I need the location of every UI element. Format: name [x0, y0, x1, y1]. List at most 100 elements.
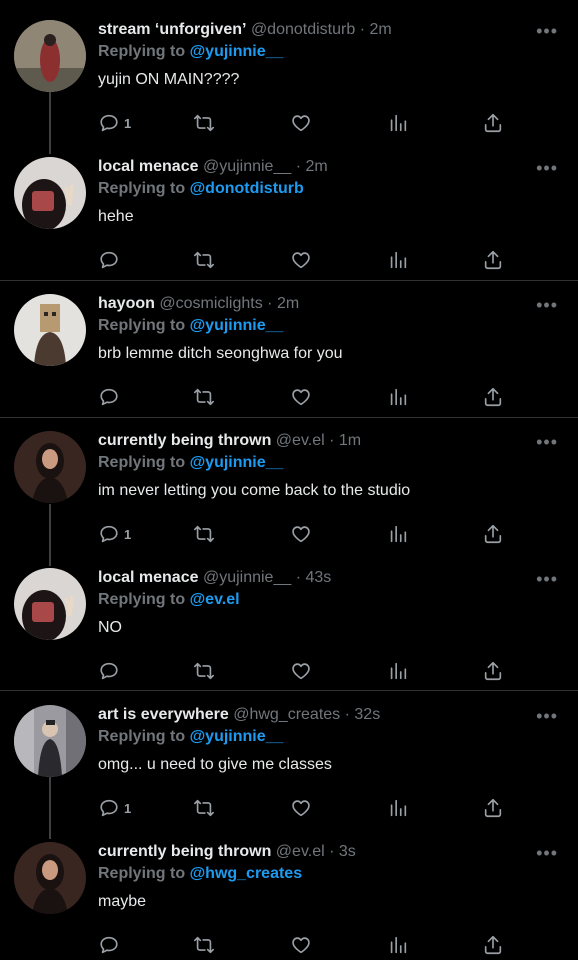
display-name[interactable]: local menace: [98, 569, 199, 586]
share-button[interactable]: [482, 521, 504, 547]
reply-button[interactable]: 1: [98, 110, 131, 136]
more-options-icon[interactable]: •••: [536, 433, 558, 451]
analytics-button[interactable]: [387, 110, 409, 136]
display-name[interactable]: currently being thrown: [98, 843, 271, 860]
tweet[interactable]: stream ‘unforgiven’ @donotdisturb · 2m •…: [0, 20, 578, 140]
like-button[interactable]: [290, 384, 312, 410]
mention-link[interactable]: @yujinnie__: [190, 454, 284, 471]
timestamp[interactable]: 3s: [339, 843, 356, 860]
avatar[interactable]: [14, 568, 86, 640]
like-button[interactable]: [290, 110, 312, 136]
tweet[interactable]: art is everywhere @hwg_creates · 32s •••…: [0, 705, 578, 825]
handle[interactable]: @ev.el: [276, 843, 325, 860]
avatar[interactable]: [14, 20, 86, 92]
like-button[interactable]: [290, 795, 312, 821]
reply-icon: [100, 388, 118, 406]
replying-to: Replying to @yujinnie__: [98, 316, 283, 336]
avatar[interactable]: [14, 157, 86, 229]
avatar[interactable]: [14, 431, 86, 503]
replying-prefix: Replying to: [98, 180, 186, 197]
more-options-icon[interactable]: •••: [536, 22, 558, 40]
analytics-button[interactable]: [387, 384, 409, 410]
avatar[interactable]: [14, 842, 86, 914]
mention-link[interactable]: @yujinnie__: [190, 43, 284, 60]
separator: ·: [359, 21, 366, 38]
replying-prefix: Replying to: [98, 317, 186, 334]
analytics-button[interactable]: [387, 521, 409, 547]
analytics-button[interactable]: [387, 658, 409, 684]
mention-link[interactable]: @yujinnie__: [190, 317, 284, 334]
timestamp[interactable]: 2m: [277, 295, 299, 312]
action-bar: [98, 384, 518, 410]
analytics-button[interactable]: [387, 932, 409, 958]
share-button[interactable]: [482, 658, 504, 684]
timestamp[interactable]: 43s: [305, 569, 331, 586]
timestamp[interactable]: 2m: [305, 158, 327, 175]
mention-link[interactable]: @donotdisturb: [190, 180, 304, 197]
handle[interactable]: @cosmiclights: [159, 295, 262, 312]
reply-button[interactable]: [98, 247, 124, 273]
share-button[interactable]: [482, 110, 504, 136]
analytics-button[interactable]: [387, 795, 409, 821]
tweet[interactable]: currently being thrown @ev.el · 1m ••• R…: [0, 431, 578, 551]
retweet-icon: [194, 799, 214, 817]
more-options-icon[interactable]: •••: [536, 159, 558, 177]
more-options-icon[interactable]: •••: [536, 844, 558, 862]
tweet[interactable]: currently being thrown @ev.el · 3s ••• R…: [0, 842, 578, 960]
mention-link[interactable]: @hwg_creates: [190, 865, 303, 882]
like-button[interactable]: [290, 247, 312, 273]
like-button[interactable]: [290, 932, 312, 958]
mention-link[interactable]: @ev.el: [190, 591, 240, 608]
retweet-button[interactable]: [193, 658, 215, 684]
display-name[interactable]: art is everywhere: [98, 706, 229, 723]
share-button[interactable]: [482, 795, 504, 821]
reply-button[interactable]: 1: [98, 795, 131, 821]
retweet-button[interactable]: [193, 795, 215, 821]
more-options-icon[interactable]: •••: [536, 570, 558, 588]
tweet-text: hehe: [98, 208, 134, 225]
retweet-button[interactable]: [193, 384, 215, 410]
display-name[interactable]: currently being thrown: [98, 432, 271, 449]
share-button[interactable]: [482, 384, 504, 410]
analytics-icon: [390, 251, 407, 269]
timestamp[interactable]: 2m: [369, 21, 391, 38]
separator: ·: [295, 158, 302, 175]
retweet-button[interactable]: [193, 247, 215, 273]
avatar[interactable]: [14, 294, 86, 366]
timestamp[interactable]: 1m: [339, 432, 361, 449]
reply-button[interactable]: [98, 384, 124, 410]
analytics-button[interactable]: [387, 247, 409, 273]
display-name[interactable]: hayoon: [98, 295, 155, 312]
retweet-button[interactable]: [193, 110, 215, 136]
tweet[interactable]: hayoon @cosmiclights · 2m ••• Replying t…: [0, 294, 578, 414]
share-icon: [484, 524, 502, 544]
retweet-button[interactable]: [193, 521, 215, 547]
tweet[interactable]: local menace @yujinnie__ · 2m ••• Replyi…: [0, 157, 578, 277]
reply-button[interactable]: [98, 932, 124, 958]
handle[interactable]: @yujinnie__: [203, 158, 291, 175]
more-options-icon[interactable]: •••: [536, 707, 558, 725]
mention-link[interactable]: @yujinnie__: [190, 728, 284, 745]
share-icon: [484, 661, 502, 681]
more-options-icon[interactable]: •••: [536, 296, 558, 314]
handle[interactable]: @yujinnie__: [203, 569, 291, 586]
replying-to: Replying to @yujinnie__: [98, 42, 283, 62]
action-bar: 1: [98, 110, 518, 136]
share-button[interactable]: [482, 932, 504, 958]
reply-icon: [100, 662, 118, 680]
like-button[interactable]: [290, 658, 312, 684]
tweet[interactable]: local menace @yujinnie__ · 43s ••• Reply…: [0, 568, 578, 688]
avatar[interactable]: [14, 705, 86, 777]
timestamp[interactable]: 32s: [354, 706, 380, 723]
retweet-icon: [194, 525, 214, 543]
handle[interactable]: @hwg_creates: [233, 706, 340, 723]
display-name[interactable]: stream ‘unforgiven’: [98, 21, 246, 38]
share-button[interactable]: [482, 247, 504, 273]
retweet-button[interactable]: [193, 932, 215, 958]
reply-button[interactable]: 1: [98, 521, 131, 547]
handle[interactable]: @donotdisturb: [251, 21, 355, 38]
display-name[interactable]: local menace: [98, 158, 199, 175]
reply-button[interactable]: [98, 658, 124, 684]
handle[interactable]: @ev.el: [276, 432, 325, 449]
like-button[interactable]: [290, 521, 312, 547]
